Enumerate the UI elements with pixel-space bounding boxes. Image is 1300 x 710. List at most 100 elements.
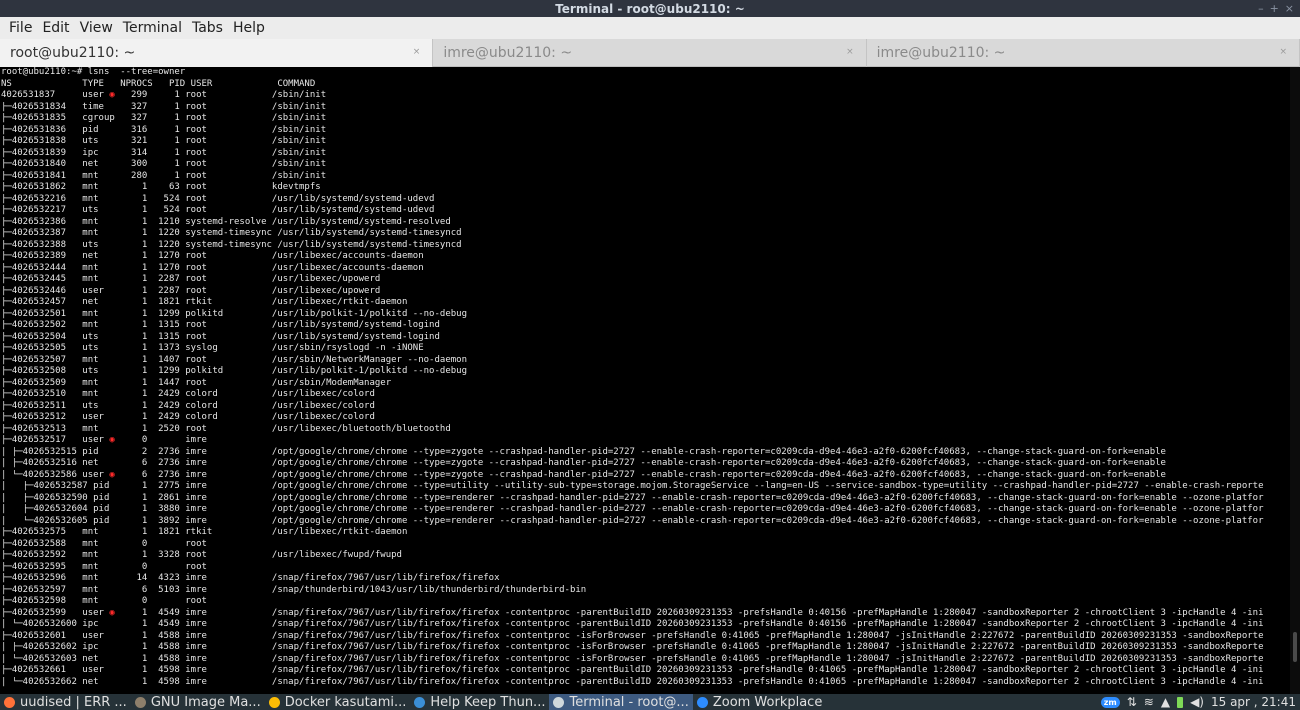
taskbar-item-label: Help Keep Thun... — [430, 694, 546, 710]
terminal-line: NS TYPE NPROCS PID USER COMMAND — [1, 78, 316, 89]
terminal-line: ├─4026532512 user 1 2429 colord /usr/lib… — [1, 412, 375, 422]
taskbar-item-label: Zoom Workplace — [712, 694, 823, 710]
terminal-line: ├─4026531838 uts 321 1 root /sbin/init — [1, 136, 327, 146]
network-icon[interactable]: ⇅ — [1127, 695, 1137, 709]
menu-tabs[interactable]: Tabs — [187, 20, 228, 36]
tab-root[interactable]: root@ubu2110: ~ × — [0, 39, 434, 67]
terminal-line: ├─4026532445 mnt 1 2287 root /usr/libexe… — [1, 274, 381, 284]
terminal-line: ├─4026531834 time 327 1 root /sbin/init — [1, 101, 327, 112]
terminal-line: ├─4026531836 pid 316 1 root /sbin/init — [1, 124, 327, 135]
volume-icon[interactable]: ◀) — [1190, 695, 1204, 709]
terminal-line: ├─4026531835 cgroup 327 1 root /sbin/ini… — [1, 113, 327, 123]
terminal-line: ├─4026532509 mnt 1 1447 root /usr/sbin/M… — [1, 377, 392, 388]
terminal-line: ├─4026532517 user ◉ 0 imre — [1, 435, 207, 445]
menu-view[interactable]: View — [75, 20, 118, 36]
terminal-line: ├─4026532387 mnt 1 1220 systemd-timesync… — [1, 228, 462, 238]
scrollbar-thumb[interactable] — [1293, 632, 1297, 662]
terminal-lines: root@ubu2110:~# lsns --tree=owner NS TYPE… — [0, 67, 1290, 688]
menu-help[interactable]: Help — [228, 20, 270, 36]
terminal-line: │ ├─4026532602 ipc 1 4588 imre /snap/fir… — [1, 642, 1264, 652]
zoom-icon — [696, 696, 708, 708]
terminal-line: ├─4026532386 mnt 1 1210 systemd-resolve … — [1, 216, 451, 227]
terminal-line: ├─4026532575 mnt 1 1821 rtkit /usr/libex… — [1, 527, 408, 537]
tab-close-icon[interactable]: × — [413, 47, 421, 57]
close-button[interactable]: × — [1285, 2, 1294, 15]
taskbar-item[interactable]: Docker kasutami... — [265, 694, 411, 710]
terminal-line: │ └─4026532605 pid 1 3892 imre /opt/goog… — [1, 515, 1264, 526]
terminal-line: │ └─4026532662 net 1 4598 imre /snap/fir… — [1, 676, 1264, 687]
thunderbird-icon — [414, 696, 426, 708]
terminal-line: │ ├─4026532515 pid 2 2736 imre /opt/goog… — [1, 446, 1166, 457]
taskbar-item[interactable]: Zoom Workplace — [693, 694, 827, 710]
terminal-line: ├─4026531841 mnt 280 1 root /sbin/init — [1, 170, 327, 181]
tab-label: root@ubu2110: ~ — [10, 45, 136, 61]
terminal-output[interactable]: root@ubu2110:~# lsns --tree=owner NS TYPE… — [0, 67, 1290, 694]
zoom-tray-icon[interactable]: zm — [1100, 696, 1120, 708]
owner-marker-icon: ◉ — [109, 90, 115, 100]
taskbar-item-label: GNU Image Ma... — [150, 694, 261, 710]
taskbar: uudised | ERR ... GNU Image Ma... Docker k… — [0, 694, 1300, 710]
terminal-line: ├─4026532510 mnt 1 2429 colord /usr/libe… — [1, 389, 375, 399]
terminal-icon — [553, 696, 565, 708]
taskbar-item-label: Terminal - root@... — [569, 694, 689, 710]
owner-marker-icon: ◉ — [109, 607, 115, 618]
terminal-line: ├─4026532598 mnt 0 root — [1, 596, 207, 606]
terminal-line: ├─4026532661 user 1 4598 imre /snap/fire… — [1, 665, 1264, 675]
terminal-line: │ ├─4026532587 pid 1 2775 imre /opt/goog… — [1, 481, 1264, 491]
terminal-line: │ └─4026532586 user ◉ 6 2736 imre /opt/g… — [1, 469, 1166, 480]
terminal-line: ├─4026532502 mnt 1 1315 root /usr/lib/sy… — [1, 320, 440, 330]
terminal-line: │ ├─4026532516 net 6 2736 imre /opt/goog… — [1, 458, 1166, 468]
minimize-button[interactable]: – — [1258, 2, 1264, 15]
terminal-line: ├─4026531839 ipc 314 1 root /sbin/init — [1, 147, 327, 158]
tab-close-icon[interactable]: × — [846, 47, 854, 57]
tab-imre-2[interactable]: imre@ubu2110: ~ × — [867, 39, 1300, 67]
window-controls: – + × — [1258, 0, 1294, 17]
terminal-line: ├─4026532588 mnt 0 root — [1, 538, 207, 549]
firefox-icon — [4, 696, 15, 708]
tab-bar: root@ubu2110: ~ × imre@ubu2110: ~ × imre… — [0, 39, 1300, 67]
maximize-button[interactable]: + — [1270, 2, 1279, 15]
terminal-line: ├─4026532595 mnt 0 root — [1, 561, 207, 572]
window-titlebar[interactable]: Terminal - root@ubu2110: ~ – + × — [0, 0, 1300, 17]
chrome-icon — [268, 696, 280, 708]
terminal-line: ├─4026532446 user 1 2287 root /usr/libex… — [1, 285, 381, 296]
terminal-scrollbar[interactable] — [1290, 67, 1300, 694]
menu-terminal[interactable]: Terminal — [118, 20, 187, 36]
terminal-line: ├─4026532599 user ◉ 1 4549 imre /snap/fi… — [1, 607, 1264, 618]
gimp-icon — [134, 696, 146, 708]
window-title: Terminal - root@ubu2110: ~ — [555, 1, 745, 16]
terminal-line: │ ├─4026532604 pid 1 3880 imre /opt/goog… — [1, 504, 1264, 514]
tab-imre-1[interactable]: imre@ubu2110: ~ × — [433, 39, 867, 67]
terminal-line: ├─4026531840 net 300 1 root /sbin/init — [1, 159, 327, 169]
wifi-icon[interactable]: ≋ — [1144, 695, 1154, 709]
terminal-line: │ ├─4026532590 pid 1 2861 imre /opt/goog… — [1, 492, 1264, 503]
owner-marker-icon: ◉ — [109, 435, 115, 445]
terminal-line: ├─4026532504 uts 1 1315 root /usr/lib/sy… — [1, 331, 440, 342]
taskbar-item[interactable]: GNU Image Ma... — [131, 694, 265, 710]
menu-edit[interactable]: Edit — [37, 20, 74, 36]
taskbar-item-label: uudised | ERR ... — [20, 694, 127, 710]
taskbar-item-label: Docker kasutami... — [284, 694, 407, 710]
terminal-line: 4026531837 user ◉ 299 1 root /sbin/init — [1, 90, 327, 100]
taskbar-item[interactable]: uudised | ERR ... — [0, 694, 131, 710]
terminal-line: ├─4026532444 mnt 1 1270 root /usr/libexe… — [1, 262, 424, 273]
terminal-line: ├─4026532505 uts 1 1373 syslog /usr/sbin… — [1, 343, 424, 353]
terminal-line: ├─4026532511 uts 1 2429 colord /usr/libe… — [1, 400, 375, 411]
menu-bar: File Edit View Terminal Tabs Help — [0, 17, 1300, 39]
taskbar-item[interactable]: Help Keep Thun... — [410, 694, 549, 710]
tab-label: imre@ubu2110: ~ — [876, 45, 1006, 61]
tab-label: imre@ubu2110: ~ — [443, 45, 573, 61]
terminal-line: ├─4026532508 uts 1 1299 polkitd /usr/lib… — [1, 366, 467, 376]
terminal-line: ├─4026531862 mnt 1 63 root kdevtmpfs — [1, 182, 321, 192]
terminal-line: ├─4026532513 mnt 1 2520 root /usr/libexe… — [1, 423, 451, 434]
menu-file[interactable]: File — [4, 20, 37, 36]
taskbar-item[interactable]: Terminal - root@... — [549, 694, 693, 710]
terminal-line: ├─4026532216 mnt 1 524 root /usr/lib/sys… — [1, 193, 435, 204]
notification-icon[interactable]: ▲ — [1161, 695, 1170, 709]
tab-close-icon[interactable]: × — [1279, 47, 1287, 57]
terminal-line: ├─4026532388 uts 1 1220 systemd-timesync… — [1, 239, 462, 250]
terminal-line: root@ubu2110:~# lsns --tree=owner — [1, 67, 186, 77]
clock[interactable]: 15 apr , 21:41 — [1211, 695, 1296, 709]
battery-icon[interactable] — [1177, 696, 1184, 708]
terminal-line: ├─4026532507 mnt 1 1407 root /usr/sbin/N… — [1, 354, 467, 365]
